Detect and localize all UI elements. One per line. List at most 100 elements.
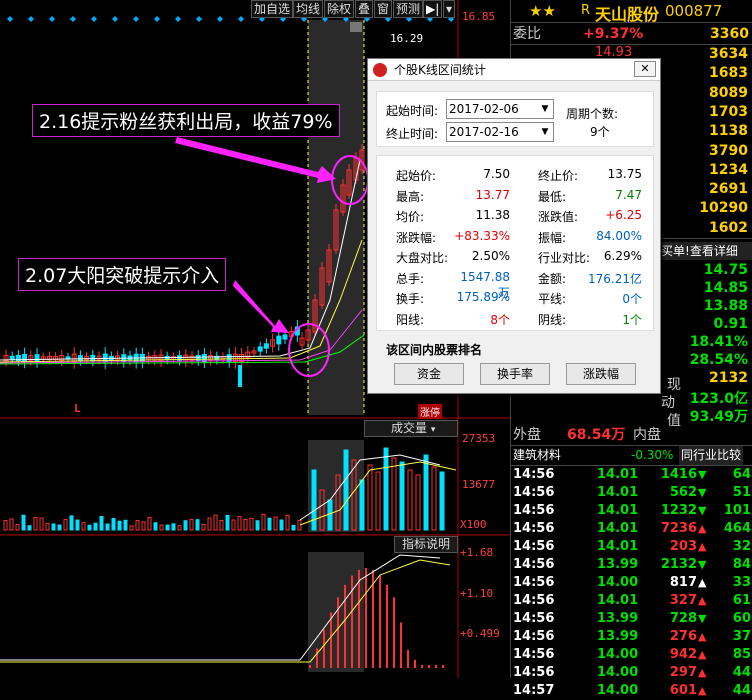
rank-change-button[interactable]: 涨跌幅 bbox=[566, 363, 636, 385]
volume-bar bbox=[153, 522, 158, 531]
side-label-xian: 现 bbox=[667, 377, 681, 393]
tick-time: 14:56 bbox=[513, 575, 555, 590]
stat-label: 阳线: bbox=[396, 312, 425, 327]
small-close-tab[interactable] bbox=[350, 22, 362, 32]
tick-count: 44 bbox=[732, 665, 751, 680]
volume-unit: X100 bbox=[460, 518, 487, 531]
volume-bar bbox=[407, 469, 413, 531]
tick-row: 14:57 14.00 601 ▲ 44 bbox=[511, 682, 752, 700]
tick-time: 14:56 bbox=[513, 557, 555, 572]
volume-bar bbox=[243, 518, 248, 531]
limit-up-badge: 涨停 bbox=[418, 404, 442, 419]
window-button[interactable]: 窗 bbox=[374, 0, 393, 18]
weibi-label: 委比 bbox=[513, 26, 541, 42]
quote-value: 18.41% bbox=[689, 334, 748, 350]
volume-bar bbox=[189, 519, 194, 531]
indicator-help-button[interactable]: 指标说明 bbox=[394, 536, 458, 553]
tick-row: 14:56 14.01 1416 ▼ 64 bbox=[511, 466, 752, 484]
tick-time: 14:56 bbox=[513, 611, 555, 626]
order-volume: 2691 bbox=[709, 181, 748, 198]
stat-value: +6.25 bbox=[605, 208, 642, 222]
volume-bar bbox=[105, 523, 110, 531]
stat-label: 大盘对比: bbox=[396, 251, 449, 265]
dialog-title: 个股K线区间统计 bbox=[394, 63, 486, 77]
tick-count: 32 bbox=[732, 539, 751, 554]
volume-bar bbox=[267, 517, 272, 531]
end-date-select[interactable]: 2017-02-16 ▼ bbox=[446, 122, 554, 142]
tick-direction-icon: ▼ bbox=[698, 468, 707, 481]
dialog-titlebar[interactable]: 个股K线区间统计 ✕ bbox=[368, 59, 660, 81]
stat-label: 均价: bbox=[396, 210, 425, 224]
start-date-select[interactable]: 2017-02-06 ▼ bbox=[446, 99, 554, 119]
volume-bar bbox=[327, 499, 333, 531]
sector-label[interactable]: 建筑材料 bbox=[513, 446, 561, 465]
quote-value: 13.88 bbox=[703, 298, 748, 314]
rank-fund-button[interactable]: 资金 bbox=[394, 363, 464, 385]
tick-volume: 1416 bbox=[660, 467, 697, 482]
stat-label: 换手: bbox=[396, 292, 425, 306]
volume-bar bbox=[75, 519, 80, 531]
exit-annotation: 2.16提示粉丝获利出局，收益79% bbox=[32, 104, 340, 137]
indicator-axis-1: +1.68 bbox=[460, 546, 494, 559]
event-diamond-icon bbox=[112, 16, 118, 22]
tick-volume: 297 bbox=[669, 665, 697, 680]
play-end-button[interactable]: ▶| bbox=[423, 0, 443, 18]
volume-bar bbox=[45, 522, 50, 531]
event-diamond-icon bbox=[7, 16, 13, 22]
chevron-down-icon: ▼ bbox=[541, 104, 549, 114]
order-volume: 10290 bbox=[699, 200, 748, 217]
ma-button[interactable]: 均线 bbox=[293, 0, 324, 18]
volume-bar bbox=[123, 519, 128, 531]
tick-time: 14:57 bbox=[513, 683, 555, 698]
stat-value: 2.50% bbox=[471, 249, 510, 263]
forecast-button[interactable]: 预测 bbox=[393, 0, 424, 18]
rank-turnover-button[interactable]: 换手率 bbox=[480, 363, 550, 385]
volume-bar bbox=[311, 469, 317, 531]
entry-annotation: 2.07大阳突破提示介入 bbox=[18, 258, 227, 291]
tick-time: 14:56 bbox=[513, 485, 555, 500]
stat-value: 13.77 bbox=[475, 187, 510, 202]
chevron-down-icon: ▼ bbox=[541, 127, 549, 137]
candle bbox=[276, 335, 282, 345]
volume-bar bbox=[423, 454, 429, 531]
toolbar-dropdown-icon[interactable]: ▾ bbox=[443, 0, 456, 18]
overlay-button[interactable]: 叠 bbox=[355, 0, 374, 18]
tick-row: 14:56 14.00 817 ▲ 33 bbox=[511, 574, 752, 592]
stat-value: 176.21亿 bbox=[588, 271, 642, 286]
volume-bar bbox=[285, 514, 290, 531]
order-volume: 1683 bbox=[709, 65, 748, 82]
stat-label: 最高: bbox=[396, 189, 425, 204]
volume-indicator-select[interactable]: 成交量 ▾ bbox=[364, 420, 458, 437]
margin-mark: R bbox=[581, 3, 591, 18]
interval-stats-dialog[interactable]: 个股K线区间统计 ✕ 起始时间: 2017-02-06 ▼ 终止时间: 2017-… bbox=[367, 58, 661, 394]
buy-detail-link[interactable]: 买单!查看详细 bbox=[661, 242, 752, 260]
stat-label: 终止价: bbox=[538, 169, 579, 183]
volume-bar bbox=[237, 516, 242, 531]
peak-price-label: 16.29 bbox=[390, 32, 424, 45]
volume-axis-max: 27353 bbox=[462, 432, 496, 445]
tick-price: 14.01 bbox=[597, 539, 639, 554]
add-favorite-button[interactable]: 加自选 bbox=[251, 0, 294, 18]
tick-row: 14:56 14.01 1232 ▼ 101 bbox=[511, 502, 752, 520]
tick-volume: 327 bbox=[669, 593, 697, 608]
ex-rights-button[interactable]: 除权 bbox=[324, 0, 355, 18]
tick-direction-icon: ▼ bbox=[698, 504, 707, 517]
tick-direction-icon: ▼ bbox=[698, 558, 707, 571]
stat-label: 阴线: bbox=[538, 312, 567, 327]
quote-value: 123.0亿 bbox=[689, 391, 748, 407]
tick-volume: 817 bbox=[669, 575, 697, 590]
candle bbox=[238, 365, 242, 387]
close-icon[interactable]: ✕ bbox=[634, 61, 656, 77]
stat-value: 175.89% bbox=[456, 290, 510, 304]
stat-value: 11.38 bbox=[475, 208, 510, 222]
tick-count: 101 bbox=[723, 503, 751, 518]
volume-axis-mid: 13677 bbox=[462, 478, 496, 491]
industry-compare-button[interactable]: 同行业比较 bbox=[679, 446, 744, 465]
volume-bar bbox=[249, 517, 254, 531]
tick-volume: 1232 bbox=[660, 503, 697, 518]
order-volume: 8089 bbox=[709, 84, 748, 101]
tick-time: 14:56 bbox=[513, 665, 555, 680]
stat-value: 6.29% bbox=[603, 249, 642, 263]
stat-value: 84.00% bbox=[596, 228, 642, 243]
tick-count: 60 bbox=[732, 611, 751, 626]
